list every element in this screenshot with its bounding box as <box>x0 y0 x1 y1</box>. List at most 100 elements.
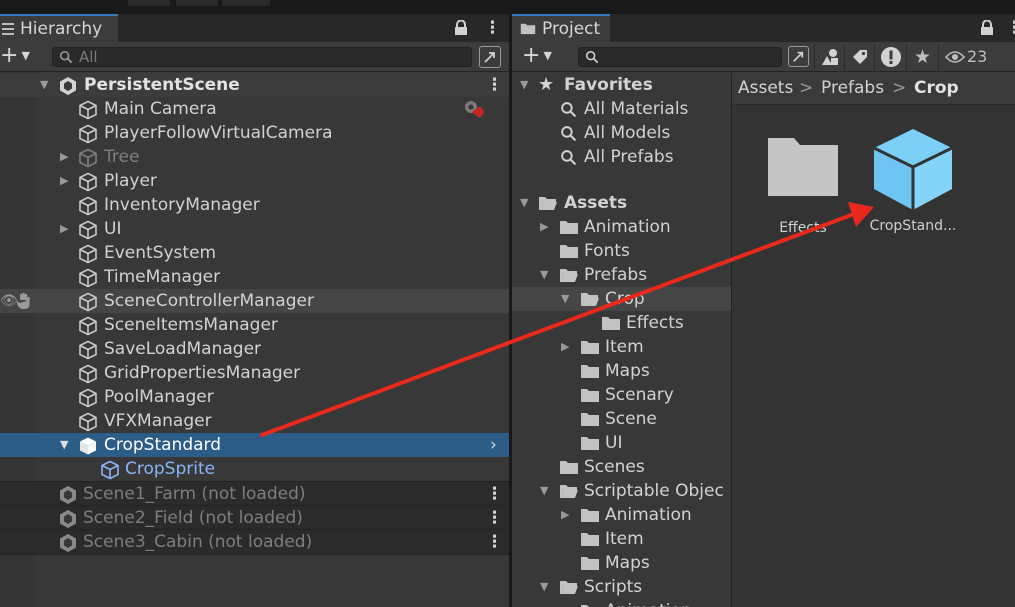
hierarchy-item-tree[interactable]: ▶ Tree <box>0 145 509 169</box>
hierarchy-item-time-manager[interactable]: TimeManager <box>0 265 509 289</box>
assets-header[interactable]: ▼ Assets <box>512 191 731 215</box>
filter-by-label-button[interactable] <box>844 44 874 70</box>
search-by-scene-button[interactable] <box>784 44 814 70</box>
scene-header-scene1-farm[interactable]: Scene1_Farm (not loaded) ⋮ <box>0 481 509 506</box>
breadcrumb-assets[interactable]: Assets <box>738 73 793 104</box>
folder-scenes[interactable]: Scenes <box>512 455 731 479</box>
folder-label: Item <box>605 337 644 357</box>
lock-icon[interactable] <box>980 14 994 42</box>
panel-menu-icon[interactable]: ⋮ <box>1006 14 1015 42</box>
hierarchy-item-main-camera[interactable]: Main Camera <box>0 97 509 121</box>
filter-by-type-button[interactable] <box>814 44 844 70</box>
hierarchy-item-ui[interactable]: ▶ UI <box>0 217 509 241</box>
folder-scripts-animation[interactable]: Animation <box>512 599 731 607</box>
favorite-item-all-prefabs[interactable]: All Prefabs <box>512 145 731 169</box>
unity-scene-icon <box>58 533 78 553</box>
expand-arrow-icon[interactable]: ▶ <box>540 215 548 239</box>
folder-scenary[interactable]: Scenary <box>512 383 731 407</box>
folder-crop[interactable]: ▼ Crop <box>512 287 731 311</box>
folder-so-animation[interactable]: ▶ Animation <box>512 503 731 527</box>
hierarchy-item-label: GridPropertiesManager <box>104 363 301 383</box>
scene-header-scene3-cabin[interactable]: Scene3_Cabin (not loaded) ⋮ <box>0 529 509 555</box>
folder-ui[interactable]: UI <box>512 431 731 455</box>
add-object-button[interactable]: + ▼ <box>0 45 30 67</box>
hierarchy-item-scene-items-manager[interactable]: SceneItemsManager <box>0 313 509 337</box>
folder-scripts[interactable]: ▼ Scripts <box>512 575 731 599</box>
scene-menu-icon[interactable]: ⋮ <box>486 482 503 506</box>
hierarchy-item-label: UI <box>104 219 122 239</box>
folder-maps[interactable]: Maps <box>512 359 731 383</box>
expand-arrow-icon[interactable]: ▶ <box>561 503 569 527</box>
folder-item[interactable]: ▶ Item <box>512 335 731 359</box>
folder-prefabs[interactable]: ▼ Prefabs <box>512 263 731 287</box>
expand-arrow-icon[interactable]: ▶ <box>60 169 68 193</box>
hierarchy-item-save-load-manager[interactable]: SaveLoadManager <box>0 337 509 361</box>
expand-arrow-icon[interactable]: ▼ <box>561 287 569 311</box>
scene-header-scene2-field[interactable]: Scene2_Field (not loaded) ⋮ <box>0 505 509 530</box>
favorite-item-all-models[interactable]: All Models <box>512 121 731 145</box>
folder-effects[interactable]: Effects <box>512 311 731 335</box>
hierarchy-item-label: Main Camera <box>104 99 217 119</box>
tab-project-label: Project <box>542 19 601 39</box>
project-search-input[interactable] <box>578 47 782 67</box>
save-search-button[interactable]: ★ <box>906 44 938 70</box>
star-icon: ★ <box>914 46 932 68</box>
hierarchy-item-player-follow-camera[interactable]: PlayerFollowVirtualCamera <box>0 121 509 145</box>
hierarchy-search-input[interactable]: All <box>52 47 472 67</box>
expand-arrow-icon[interactable]: ▼ <box>540 263 548 287</box>
hierarchy-item-label: InventoryManager <box>104 195 260 215</box>
folder-so-item[interactable]: Item <box>512 527 731 551</box>
expand-arrow-icon[interactable]: ▶ <box>561 335 569 359</box>
gameobject-cube-icon <box>78 172 98 192</box>
folder-fonts[interactable]: Fonts <box>512 239 731 263</box>
hierarchy-item-vfx-manager[interactable]: VFXManager <box>0 409 509 433</box>
expand-arrow-icon[interactable]: ▼ <box>520 73 528 97</box>
scene-menu-icon[interactable]: ⋮ <box>486 73 503 97</box>
scene-menu-icon[interactable]: ⋮ <box>486 530 503 554</box>
folder-icon <box>580 387 600 403</box>
hierarchy-item-crop-sprite[interactable]: CropSprite <box>0 457 509 481</box>
scene-menu-icon[interactable]: ⋮ <box>486 506 503 530</box>
breadcrumb-prefabs[interactable]: Prefabs <box>821 73 884 104</box>
folder-animation[interactable]: ▶ Animation <box>512 215 731 239</box>
hierarchy-item-player[interactable]: ▶ Player <box>0 169 509 193</box>
folder-so-maps[interactable]: Maps <box>512 551 731 575</box>
hierarchy-item-inventory-manager[interactable]: InventoryManager <box>0 193 509 217</box>
folder-open-icon <box>559 579 579 595</box>
filter-by-log-type-button[interactable] <box>874 44 906 70</box>
expand-arrow-icon[interactable]: ▶ <box>60 145 68 169</box>
create-asset-button[interactable]: + ▼ <box>522 45 552 67</box>
favorites-header[interactable]: ▼ ★ Favorites <box>512 73 731 97</box>
hierarchy-item-pool-manager[interactable]: PoolManager <box>0 385 509 409</box>
folder-label: Fonts <box>584 241 630 261</box>
expand-arrow-icon[interactable]: ▼ <box>520 191 528 215</box>
hierarchy-item-event-system[interactable]: EventSystem <box>0 241 509 265</box>
pick-hand-icon[interactable] <box>16 292 32 310</box>
asset-crop-standard-prefab[interactable]: CropStand... <box>858 126 968 234</box>
folder-icon <box>580 531 600 547</box>
expand-arrow-icon[interactable]: ▼ <box>60 433 68 457</box>
tab-project[interactable]: Project <box>512 14 610 42</box>
expand-arrow-icon[interactable]: ▼ <box>540 479 548 503</box>
folder-label: Crop <box>605 289 645 309</box>
folder-scriptable-objects[interactable]: ▼ Scriptable Objec <box>512 479 731 503</box>
prefab-open-chevron-icon[interactable]: › <box>490 433 497 457</box>
chevron-down-icon: ▼ <box>543 49 552 62</box>
breadcrumb-crop[interactable]: Crop <box>914 73 959 104</box>
expand-arrow-icon[interactable]: ▼ <box>540 575 548 599</box>
scene-header-persistent[interactable]: ▼ PersistentScene ⋮ <box>0 73 509 97</box>
hierarchy-item-grid-properties-manager[interactable]: GridPropertiesManager <box>0 361 509 385</box>
hierarchy-item-crop-standard[interactable]: ▼ CropStandard › <box>0 433 509 457</box>
folder-label: Scripts <box>584 577 643 597</box>
lock-icon[interactable] <box>454 14 468 42</box>
favorite-item-all-materials[interactable]: All Materials <box>512 97 731 121</box>
asset-effects-folder[interactable]: Effects <box>748 134 858 236</box>
tab-hierarchy[interactable]: Hierarchy <box>0 14 118 42</box>
hidden-packages-toggle[interactable]: 23 <box>938 44 1015 70</box>
expand-arrow-icon[interactable]: ▼ <box>40 73 48 97</box>
expand-arrow-icon[interactable]: ▶ <box>60 217 68 241</box>
scene-visibility-icon[interactable] <box>479 46 501 68</box>
panel-menu-icon[interactable]: ⋮ <box>484 14 501 42</box>
folder-scene[interactable]: Scene <box>512 407 731 431</box>
hierarchy-item-scene-controller-manager[interactable]: 👁 SceneControllerManager <box>0 289 509 313</box>
